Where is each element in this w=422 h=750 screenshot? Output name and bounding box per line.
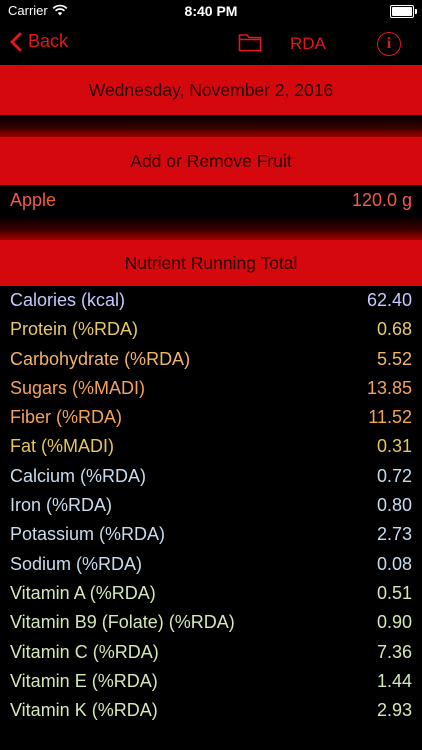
status-bar: Carrier 8:40 PM [0, 0, 422, 22]
list-item: Fat (%MADI) 0.31 [0, 432, 422, 461]
nutrient-label: Protein (%RDA) [10, 319, 139, 340]
nutrient-label: Vitamin A (%RDA) [10, 582, 156, 603]
separator-gradient [0, 216, 422, 240]
nutrient-value: 2.73 [376, 524, 412, 545]
separator-gradient [0, 115, 422, 137]
list-item: Protein (%RDA) 0.68 [0, 315, 422, 344]
nutrient-value: 13.85 [366, 377, 412, 398]
nutrient-value: 0.72 [376, 465, 412, 486]
nutrient-value: 7.36 [376, 641, 412, 662]
nutrient-label: Vitamin C (%RDA) [10, 641, 159, 662]
list-item: Calories (kcal) 62.40 [0, 286, 422, 315]
clock: 8:40 PM [184, 3, 238, 19]
list-item: Vitamin E (%RDA) 1.44 [0, 667, 422, 696]
battery-icon [390, 5, 417, 18]
nutrient-label: Vitamin B9 (Folate) (%RDA) [10, 612, 235, 633]
back-button[interactable]: Back [10, 31, 68, 52]
folder-icon[interactable] [238, 32, 262, 57]
nutrient-label: Calcium (%RDA) [10, 465, 147, 486]
nutrient-value: 5.52 [376, 348, 412, 369]
nutrient-value: 1.44 [376, 670, 412, 691]
list-item: Vitamin A (%RDA) 0.51 [0, 579, 422, 608]
list-item: Potassium (%RDA) 2.73 [0, 520, 422, 549]
nutrient-value: 0.68 [376, 319, 412, 340]
nutrient-label: Sodium (%RDA) [10, 553, 143, 574]
list-item: Iron (%RDA) 0.80 [0, 491, 422, 520]
nutrient-value: 0.90 [376, 612, 412, 633]
nutrient-label: Fat (%MADI) [10, 436, 115, 457]
list-item: Sugars (%MADI) 13.85 [0, 374, 422, 403]
nutrient-label: Potassium (%RDA) [10, 524, 166, 545]
back-label: Back [28, 31, 69, 51]
list-item: Vitamin B9 (Folate) (%RDA) 0.90 [0, 608, 422, 637]
nutrient-value: 0.51 [376, 582, 412, 603]
date-bar[interactable]: Wednesday, November 2, 2016 [0, 65, 422, 115]
nutrient-label: Vitamin K (%RDA) [10, 700, 158, 721]
fruit-row[interactable]: Apple 120.0 g [0, 186, 422, 216]
fruit-name: Apple [10, 190, 57, 210]
nutrient-value: 0.31 [376, 436, 412, 457]
nutrient-value: 0.80 [376, 495, 412, 516]
nutrient-label: Vitamin E (%RDA) [10, 670, 158, 691]
nutrient-total-header: Nutrient Running Total [0, 240, 422, 286]
info-icon[interactable]: i [377, 32, 401, 56]
nutrient-value: 62.40 [366, 290, 412, 310]
chevron-left-icon [10, 32, 22, 51]
nutrient-value: 11.52 [368, 407, 412, 428]
list-item: Vitamin C (%RDA) 7.36 [0, 638, 422, 667]
fruit-amount: 120.0 g [351, 190, 412, 210]
nutrient-label: Calories (kcal) [10, 290, 126, 310]
nutrient-label: Sugars (%MADI) [10, 377, 146, 398]
list-item: Calcium (%RDA) 0.72 [0, 462, 422, 491]
nutrient-list: Calories (kcal) 62.40 Protein (%RDA) 0.68 … [0, 286, 422, 725]
navigation-bar: Back RDA i [0, 22, 422, 66]
nutrient-label: Iron (%RDA) [10, 495, 113, 516]
list-item: Sodium (%RDA) 0.08 [0, 550, 422, 579]
add-remove-fruit-button[interactable]: Add or Remove Fruit [0, 137, 422, 185]
list-item: Vitamin K (%RDA) 2.93 [0, 696, 422, 725]
nutrient-value: 2.93 [376, 700, 412, 721]
nutrient-label: Carbohydrate (%RDA) [10, 348, 191, 369]
nutrient-label: Fiber (%RDA) [10, 407, 123, 428]
list-item: Carbohydrate (%RDA) 5.52 [0, 345, 422, 374]
rda-button[interactable]: RDA [290, 34, 326, 54]
list-item: Fiber (%RDA) 11.52 [0, 403, 422, 432]
nutrient-value: 0.08 [376, 553, 412, 574]
